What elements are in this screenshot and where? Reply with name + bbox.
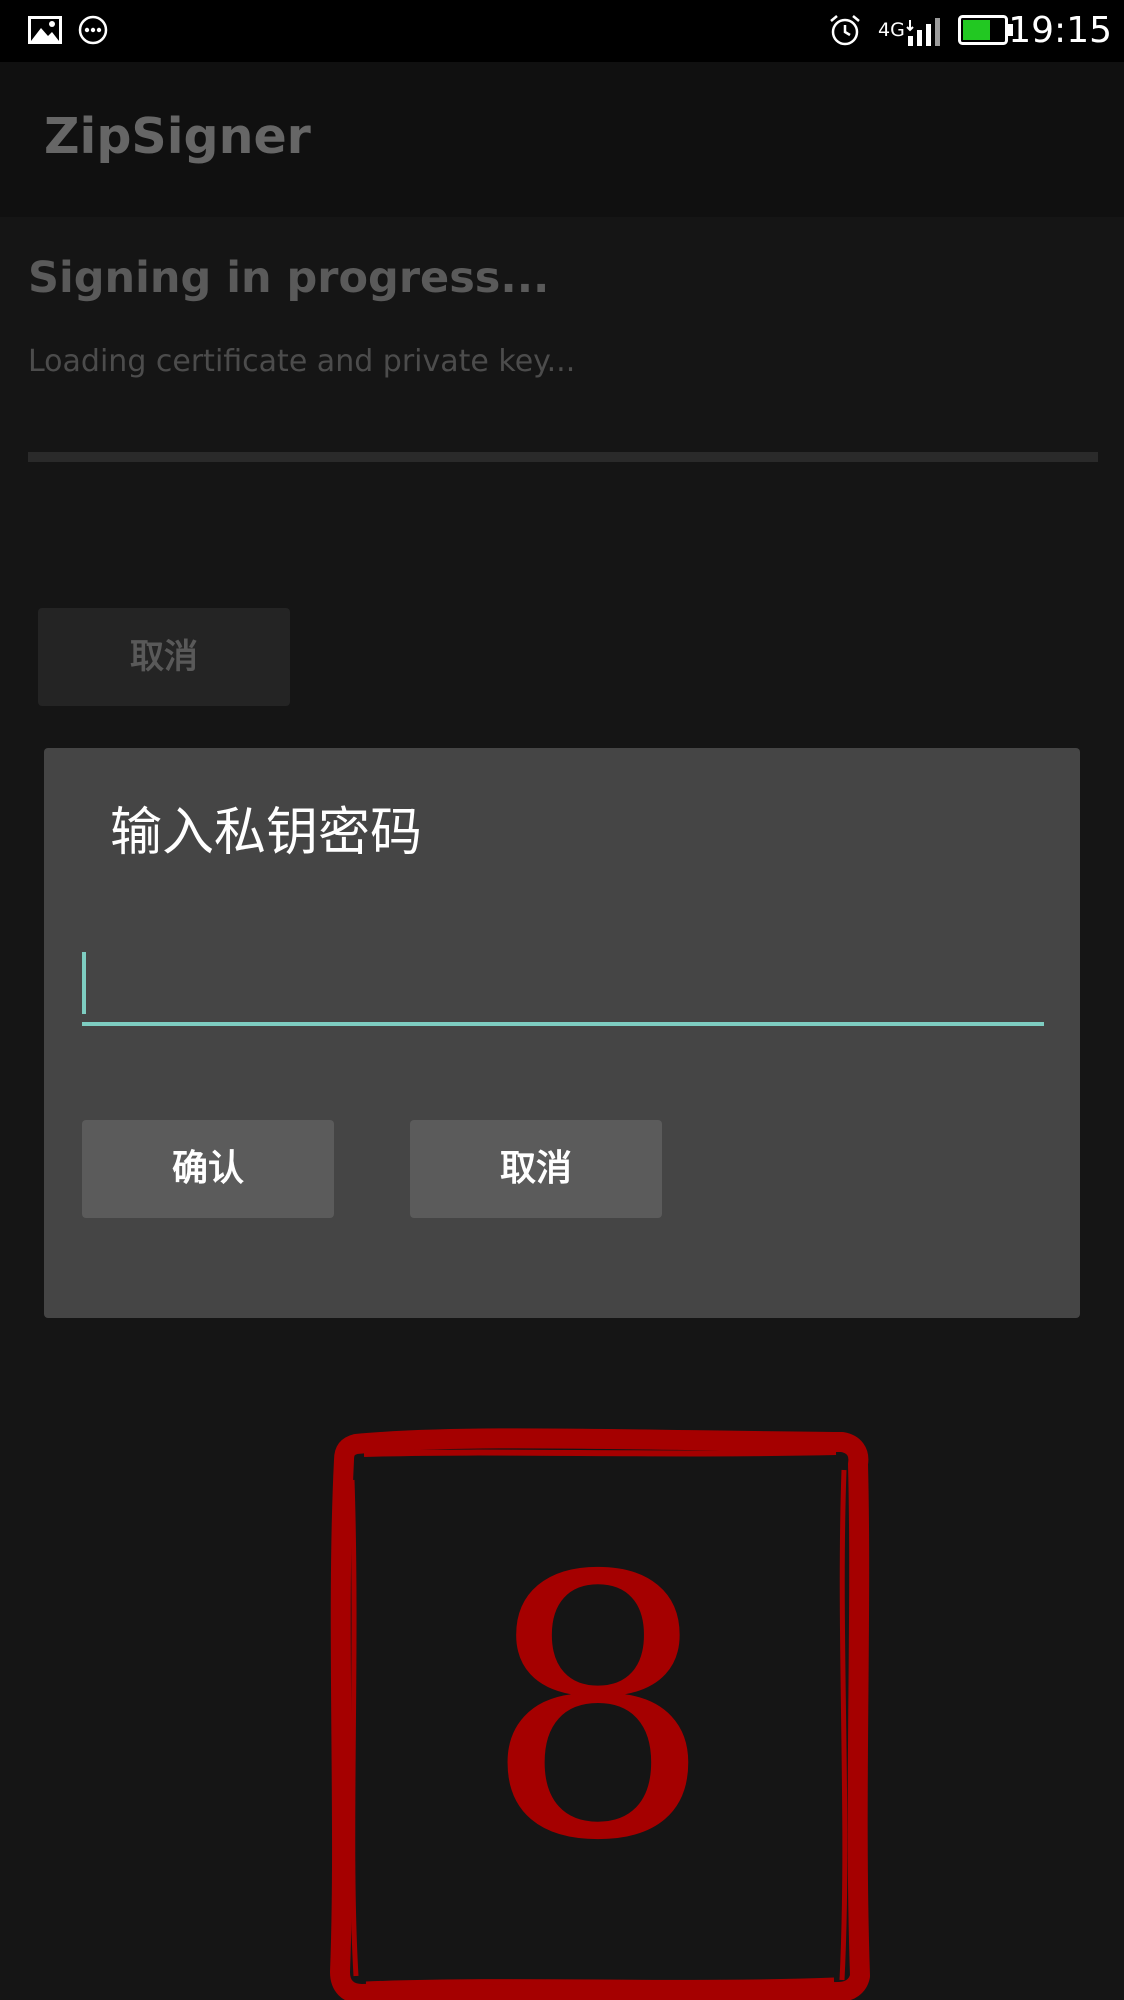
signal-icon [906, 16, 944, 50]
progress-bar [28, 452, 1098, 462]
progress-message: Loading certificate and private key... [28, 344, 576, 379]
stamp-number: 8 [483, 1500, 713, 1919]
progress-heading: Signing in progress... [28, 253, 550, 303]
alarm-icon [828, 13, 862, 51]
app-bar: ZipSigner [0, 62, 1124, 217]
cancel-button[interactable]: 取消 [410, 1120, 662, 1218]
status-time: 19:15 [1008, 10, 1112, 51]
app-title: ZipSigner [44, 108, 311, 165]
confirm-button[interactable]: 确认 [82, 1120, 334, 1218]
image-icon [28, 16, 62, 48]
dialog-title: 输入私钥密码 [110, 803, 423, 863]
password-input[interactable] [82, 948, 1044, 1026]
progress-cancel-button[interactable]: 取消 [38, 608, 290, 706]
battery-icon [958, 15, 1014, 49]
status-bar: 4G 19:15 [0, 0, 1124, 62]
password-dialog: 输入私钥密码 确认 取消 [44, 748, 1080, 1318]
more-dots-icon [78, 15, 108, 49]
network-type-label: 4G [878, 19, 905, 41]
number-stamp: 8 [322, 1420, 874, 2000]
screen: 4G 19:15 ZipSigner Signing in progress..… [0, 0, 1124, 2000]
text-cursor [82, 952, 86, 1014]
